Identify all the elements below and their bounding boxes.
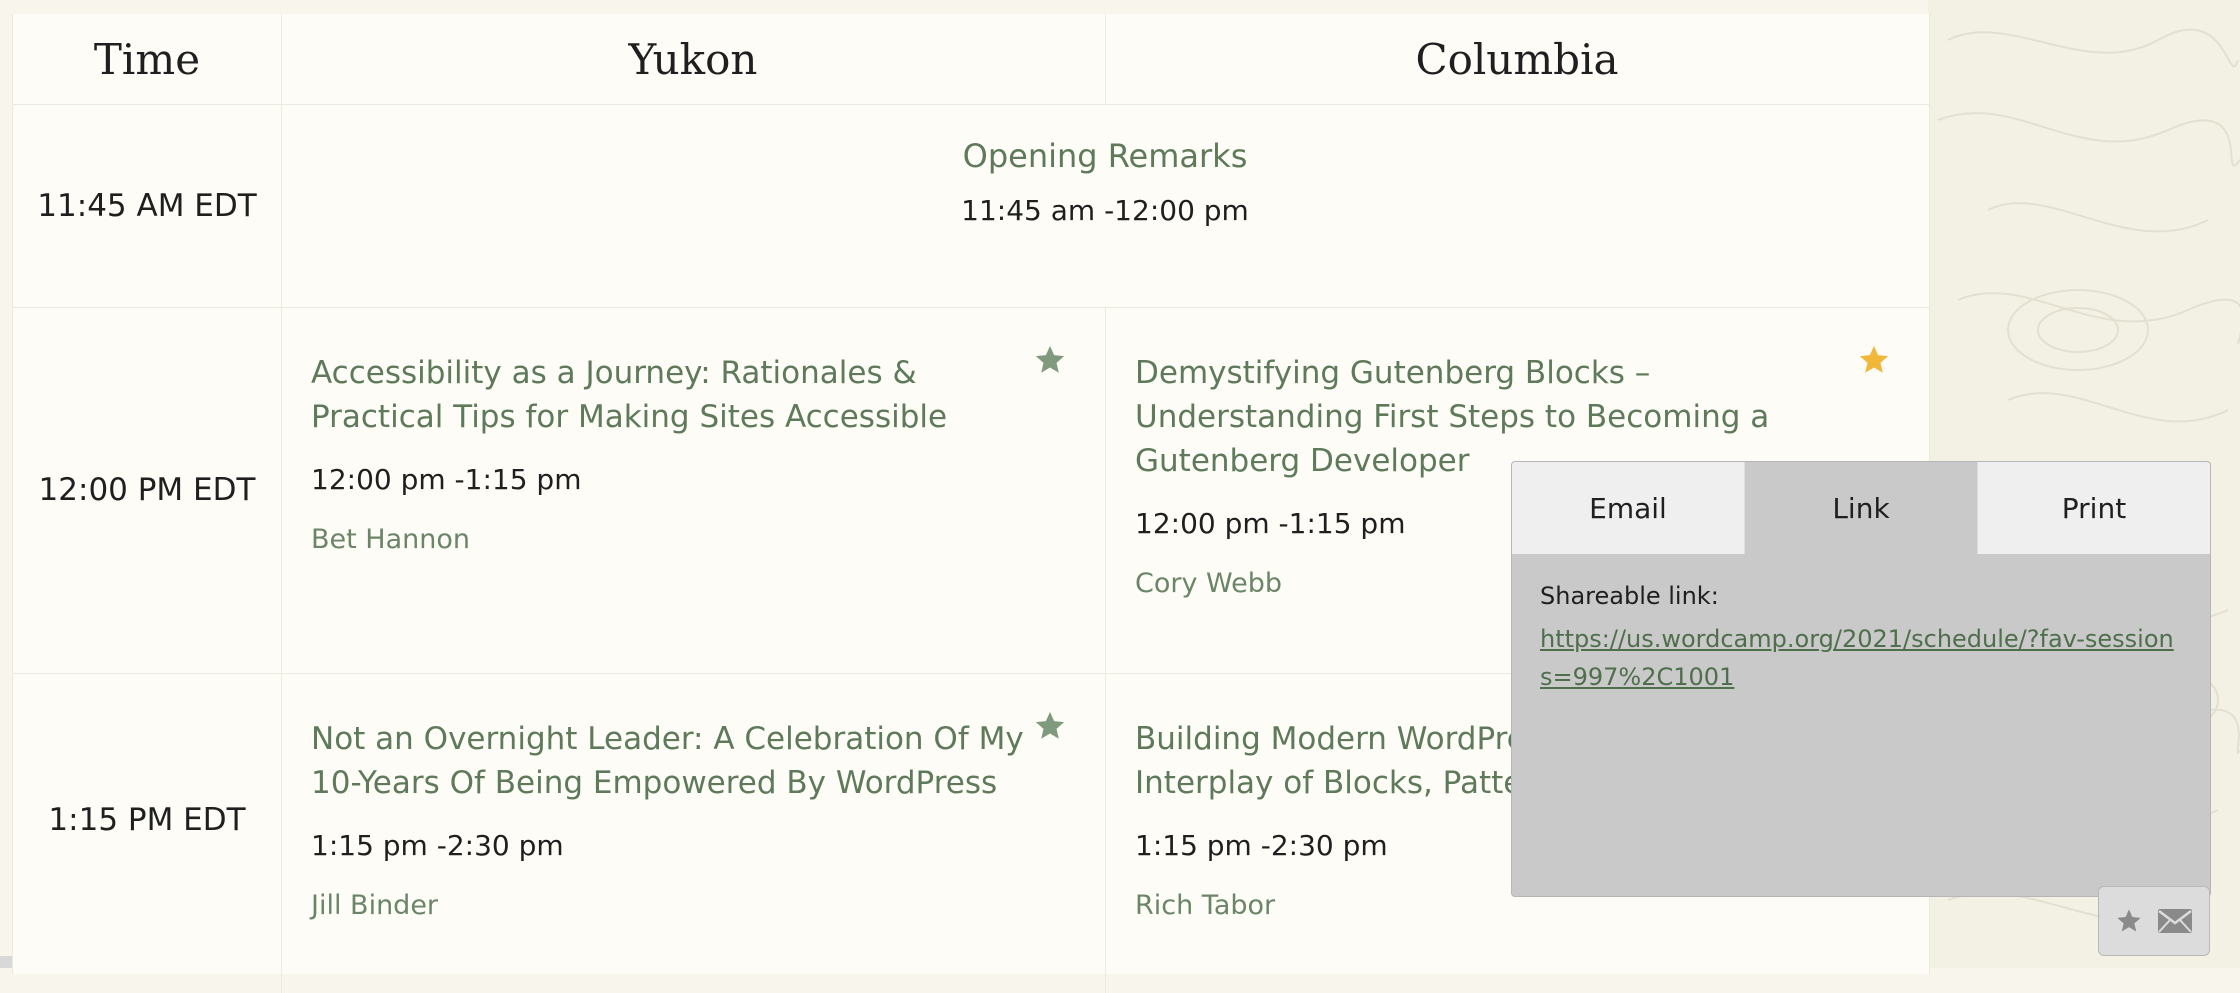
favorite-star-icon[interactable] xyxy=(1033,343,1067,377)
time-slot: 11:45 AM EDT xyxy=(13,104,282,307)
time-slot: 12:00 PM EDT xyxy=(13,307,282,673)
column-header-yukon: Yukon xyxy=(281,14,1106,104)
shareable-link[interactable]: https://us.wordcamp.org/2021/schedule/?f… xyxy=(1540,620,2182,696)
session-title[interactable]: Accessibility as a Journey: Rationales &… xyxy=(311,351,1045,439)
share-tabs: Email Link Print xyxy=(1512,462,2210,554)
session-title[interactable]: Not an Overnight Leader: A Celebration O… xyxy=(311,717,1045,805)
table-header-row: Time Yukon Columbia xyxy=(13,14,1929,105)
favorite-star-icon[interactable] xyxy=(1033,709,1067,743)
session-speaker[interactable]: Jill Binder xyxy=(311,890,1045,921)
share-label: Shareable link: xyxy=(1540,582,1719,610)
column-header-columbia: Columbia xyxy=(1415,34,1619,84)
session-title[interactable]: Opening Remarks xyxy=(281,134,1929,178)
time-slot: 1:15 PM EDT xyxy=(13,673,282,993)
session-time: 12:00 pm -1:15 pm xyxy=(311,463,582,496)
tab-link[interactable]: Link xyxy=(1745,462,1978,554)
session-time: 1:15 pm -2:30 pm xyxy=(311,829,564,862)
favorite-star-icon[interactable] xyxy=(1857,343,1891,377)
envelope-icon xyxy=(2158,909,2192,933)
session-time: 11:45 am -12:00 pm xyxy=(961,194,1249,227)
share-link-panel: Shareable link: https://us.wordcamp.org/… xyxy=(1512,554,2210,696)
column-header-time: Time xyxy=(13,14,282,104)
tab-print[interactable]: Print xyxy=(1978,462,2210,554)
scrollbar-corner xyxy=(0,956,12,968)
session-cell-span: Opening Remarks 11:45 am -12:00 pm xyxy=(281,104,1929,307)
session-cell-yukon: Not an Overnight Leader: A Celebration O… xyxy=(281,673,1106,993)
share-favorites-button[interactable] xyxy=(2098,886,2210,956)
session-cell-yukon: Accessibility as a Journey: Rationales &… xyxy=(281,307,1106,673)
share-popup: Email Link Print Shareable link: https:/… xyxy=(1511,461,2211,897)
session-speaker[interactable]: Bet Hannon xyxy=(311,524,1045,555)
tab-email[interactable]: Email xyxy=(1512,462,1745,554)
table-row: 11:45 AM EDT Opening Remarks 11:45 am -1… xyxy=(13,104,1929,308)
star-icon xyxy=(2117,909,2141,932)
